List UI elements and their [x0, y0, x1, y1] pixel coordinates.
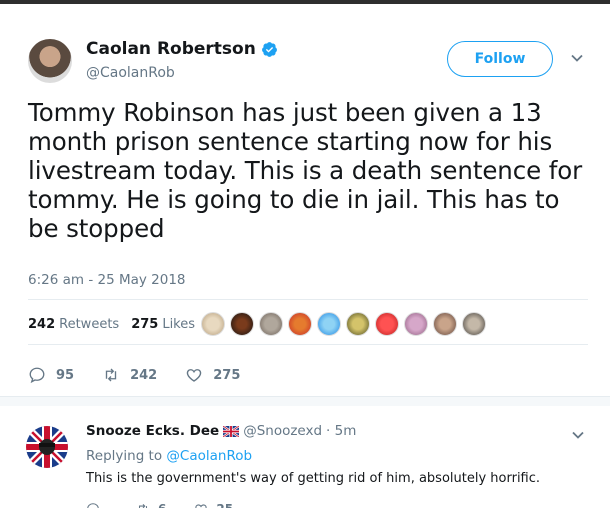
reply-time[interactable]: · 5m: [326, 423, 356, 439]
tweet-card: Caolan Robertson @CaolanRob Follow Tommy…: [0, 4, 610, 508]
reply-actions: 6 25: [86, 502, 261, 508]
reply-author-avatar[interactable]: [26, 426, 68, 468]
chevron-down-icon[interactable]: [570, 51, 584, 65]
heart-icon: [187, 369, 202, 382]
uk-flag-icon: [223, 425, 240, 437]
liker-avatar[interactable]: [259, 312, 283, 336]
verified-badge-icon: [261, 41, 277, 57]
reply-icon: [87, 503, 99, 508]
reply-count: 95: [56, 367, 75, 383]
liker-avatar[interactable]: [230, 312, 254, 336]
reply-retweet-count: 6: [158, 502, 166, 508]
reply-like-count: 25: [216, 502, 233, 508]
replying-to-line: Replying to @CaolanRob: [86, 448, 252, 464]
retweets-count[interactable]: 242: [28, 317, 55, 332]
reply-retweet-button[interactable]: 6: [136, 502, 166, 508]
reply-chevron-down-icon[interactable]: [571, 428, 585, 442]
like-count: 275: [213, 367, 241, 383]
retweet-button[interactable]: 242: [102, 366, 157, 384]
reply-like-button[interactable]: 25: [194, 502, 233, 508]
follow-button[interactable]: Follow: [447, 41, 553, 77]
author-name-row: Caolan Robertson: [86, 39, 278, 59]
liker-avatar[interactable]: [433, 312, 457, 336]
reply-text: This is the government's way of getting …: [86, 471, 541, 486]
author-avatar[interactable]: [28, 39, 72, 83]
author-name[interactable]: Caolan Robertson: [86, 39, 256, 59]
reply-author-row: Snooze Ecks. Dee @Snoozexd · 5m: [86, 423, 356, 439]
likes-label[interactable]: Likes: [162, 317, 195, 332]
reply-button[interactable]: 95: [28, 366, 74, 384]
author-handle[interactable]: @CaolanRob: [86, 65, 175, 81]
reply-reply-button[interactable]: [86, 502, 108, 508]
reply-author-name[interactable]: Snooze Ecks. Dee: [86, 423, 219, 439]
retweet-icon: [138, 503, 148, 508]
retweet-icon: [105, 368, 117, 382]
liker-avatar[interactable]: [375, 312, 399, 336]
liker-avatar[interactable]: [317, 312, 341, 336]
liker-avatar[interactable]: [462, 312, 486, 336]
replying-to-link[interactable]: @CaolanRob: [166, 448, 252, 464]
liker-avatar[interactable]: [404, 312, 428, 336]
likes-count[interactable]: 275: [131, 317, 158, 332]
liker-avatar[interactable]: [201, 312, 225, 336]
tweet-text: Tommy Robinson has just been given a 13 …: [28, 98, 583, 243]
retweets-label[interactable]: Retweets: [59, 317, 119, 332]
tweet-actions: 95 242 275: [28, 366, 268, 384]
liker-avatars: [201, 312, 491, 336]
like-button[interactable]: 275: [185, 366, 240, 384]
tweet-timestamp[interactable]: 6:26 am - 25 May 2018: [28, 272, 186, 288]
engagement-stats: 242 Retweets 275 Likes: [28, 317, 207, 332]
divider: [28, 299, 588, 300]
liker-avatar[interactable]: [346, 312, 370, 336]
reply-section-separator: [0, 396, 610, 406]
replying-prefix: Replying to: [86, 448, 163, 464]
heart-icon: [195, 504, 207, 508]
liker-avatar[interactable]: [288, 312, 312, 336]
retweet-count: 242: [130, 367, 158, 383]
reply-icon: [29, 367, 45, 384]
divider: [28, 344, 588, 345]
reply-author-handle[interactable]: @Snoozexd: [243, 423, 322, 439]
